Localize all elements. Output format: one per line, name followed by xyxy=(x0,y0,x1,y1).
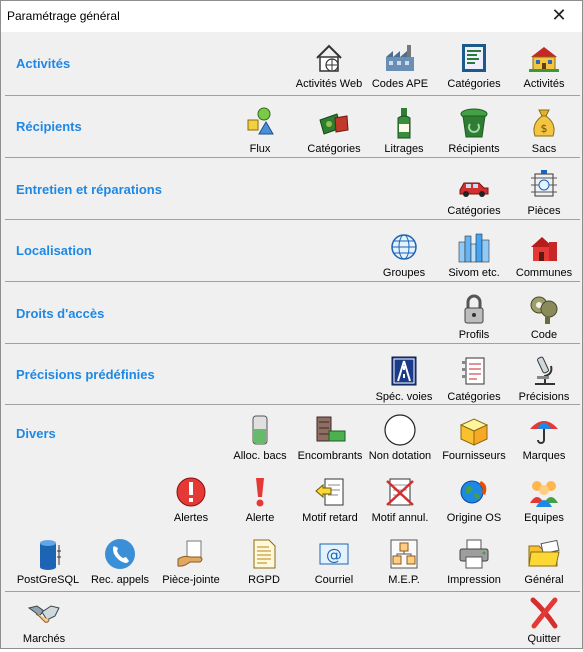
highway-sign-icon xyxy=(391,356,417,386)
section-activites: Activités Activités Web Codes APE Catégo… xyxy=(5,32,580,95)
codes-ape-button[interactable]: Codes APE xyxy=(365,41,435,97)
svg-text:$: $ xyxy=(541,122,548,135)
list-book-icon xyxy=(462,44,486,72)
section-label-entretien: Entretien et réparations xyxy=(16,182,162,197)
engine-part-icon xyxy=(531,170,557,197)
printer-icon xyxy=(459,539,489,569)
title-bar: Paramétrage général ✕ xyxy=(1,1,582,32)
folder-icon xyxy=(528,539,560,567)
postgresql-button[interactable]: PostGreSQL xyxy=(13,537,83,593)
team-icon xyxy=(530,481,558,507)
key-icon xyxy=(530,296,558,324)
cancelled-document-icon xyxy=(386,478,414,506)
motif-annul-button[interactable]: Motif annul. xyxy=(365,475,435,531)
item-label: Pièces xyxy=(527,205,561,217)
section-droits: Droits d'accès Profils Code xyxy=(5,281,580,343)
item-label: Code xyxy=(530,329,558,341)
marques-button[interactable]: Marques xyxy=(509,413,579,469)
shapes-icon xyxy=(247,107,274,135)
handshake-icon xyxy=(27,605,60,623)
equipes-button[interactable]: Equipes xyxy=(509,475,579,531)
factory-icon xyxy=(386,45,414,71)
item-label: Général xyxy=(524,574,564,586)
section-divers: Divers Alloc. bacs Encombrants Non dotat… xyxy=(5,404,580,591)
exclamation-icon xyxy=(256,478,264,507)
general-button[interactable]: Général xyxy=(509,537,579,593)
activites-button[interactable]: Activités xyxy=(509,41,579,97)
hand-paper-icon xyxy=(177,540,203,567)
org-chart-icon xyxy=(390,539,418,569)
non-dotation-button[interactable]: Non dotation xyxy=(365,413,435,469)
section-entretien: Entretien et réparations Catégories Pièc… xyxy=(5,157,580,219)
precisions-button[interactable]: Précisions xyxy=(509,354,579,410)
recycle-bins-icon xyxy=(319,113,349,135)
money-bag-icon: $ xyxy=(533,109,555,137)
item-label: Activités xyxy=(523,78,565,90)
buildings-icon xyxy=(529,47,559,72)
item-label: Communes xyxy=(515,267,573,279)
binder-icon xyxy=(462,357,485,385)
section-label-divers: Divers xyxy=(16,426,56,441)
window-title: Paramétrage général xyxy=(7,9,120,23)
item-label: Quitter xyxy=(527,633,561,645)
item-label: Marchés xyxy=(22,633,66,645)
section-label-precisions: Précisions prédéfinies xyxy=(16,367,155,382)
quitter-button[interactable]: Quitter xyxy=(509,596,579,652)
cylinder-gauge-icon xyxy=(252,415,268,445)
marches-button[interactable]: Marchés xyxy=(9,596,79,652)
globe-icon xyxy=(391,234,417,260)
bottle-icon xyxy=(397,108,411,139)
open-box-icon xyxy=(459,418,489,446)
furniture-icon xyxy=(316,416,346,442)
empty-circle-icon xyxy=(384,414,416,446)
piece-jointe-button[interactable]: Pièce-jointe xyxy=(156,537,226,593)
close-button[interactable]: ✕ xyxy=(546,5,572,27)
rec-appels-button[interactable]: Rec. appels xyxy=(85,537,155,593)
flux-button[interactable]: Flux xyxy=(225,106,295,162)
globe-phone-icon xyxy=(460,480,487,504)
activites-web-button[interactable]: Activités Web xyxy=(294,41,364,97)
phone-icon xyxy=(105,539,135,569)
red-alert-circle-icon xyxy=(176,477,206,507)
database-icon xyxy=(40,540,61,570)
padlock-icon xyxy=(464,294,484,324)
document-icon xyxy=(253,539,276,569)
red-house-icon xyxy=(531,237,557,261)
microscope-icon xyxy=(535,356,555,385)
sacs-button[interactable]: $ Sacs xyxy=(509,106,579,162)
item-label: Précisions xyxy=(518,391,570,403)
pieces-button[interactable]: Pièces xyxy=(509,168,579,224)
code-button[interactable]: Code xyxy=(509,292,579,348)
city-skyline-icon xyxy=(458,233,490,263)
section-localisation: Localisation Groupes Sivom etc. Communes xyxy=(5,219,580,281)
section-precisions: Précisions prédéfinies Spéc. voies Catég… xyxy=(5,343,580,404)
umbrella-icon xyxy=(530,421,558,444)
arrow-document-icon xyxy=(315,478,344,506)
item-label: Sacs xyxy=(531,143,557,155)
house-globe-icon xyxy=(316,44,342,72)
item-label: Equipes xyxy=(524,512,564,524)
settings-window: Paramétrage général ✕ Activités Activité… xyxy=(0,0,583,649)
email-at-icon: @ xyxy=(319,543,349,565)
section-label-droits: Droits d'accès xyxy=(16,306,105,321)
svg-text:@: @ xyxy=(326,545,342,564)
communes-button[interactable]: Communes xyxy=(509,230,579,286)
item-label: Marques xyxy=(522,450,566,462)
section-recipients: Récipients Flux Catégories Litrages Réci… xyxy=(5,95,580,157)
section-label-localisation: Localisation xyxy=(16,243,92,258)
footer: Marchés Quitter xyxy=(5,591,580,648)
section-label-recipients: Récipients xyxy=(16,119,82,134)
red-x-icon xyxy=(530,597,558,629)
section-label-activites: Activités xyxy=(16,56,71,71)
red-car-icon xyxy=(459,182,489,197)
green-bin-icon xyxy=(460,108,488,138)
